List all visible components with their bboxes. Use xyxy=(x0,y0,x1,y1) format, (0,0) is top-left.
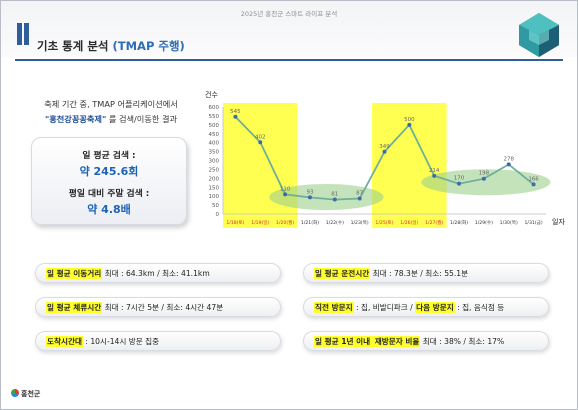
data-label: 166 xyxy=(528,176,539,182)
arrival-time: 도착시간대 : 10시-14시 방문 집중 xyxy=(35,331,281,351)
data-point xyxy=(357,196,362,201)
x-tick-label: 1/26(일) xyxy=(400,219,418,226)
y-tick-label: 50 xyxy=(212,203,219,209)
data-label: 93 xyxy=(306,189,313,195)
y-tick-label: 150 xyxy=(209,185,220,191)
avg-stay-time: 일 평균 체류시간 최대 : 7시간 5분 / 최소: 4시간 47분 xyxy=(35,297,281,317)
data-point xyxy=(457,181,462,186)
avg-drive-time-text: 최대 : 78.3분 / 최소: 55.1분 xyxy=(370,269,469,278)
x-tick-label: 1/22(수) xyxy=(326,220,344,226)
data-label: 278 xyxy=(503,156,514,162)
data-label: 349 xyxy=(379,144,390,150)
data-point xyxy=(506,162,511,167)
data-point xyxy=(258,140,263,145)
data-label: 110 xyxy=(280,186,291,192)
data-point xyxy=(407,122,412,127)
data-point xyxy=(307,195,312,200)
slide: 2025년 홍천군 스마트 라이프 분석 기초 통계 분석 (TMAP 주행) … xyxy=(0,0,578,410)
y-tick-label: 550 xyxy=(209,114,220,120)
x-tick-label: 1/21(화) xyxy=(301,220,319,226)
prev-visit-text: : 집, 비발디파크 / xyxy=(353,303,416,312)
y-tick-label: 350 xyxy=(209,150,220,156)
visit-places: 직전 방문지 : 집, 비발디파크 / 다음 방문지 : 집, 음식점 등 xyxy=(303,297,549,317)
avg-drive-time: 일 평균 운전시간 최대 : 78.3분 / 최소: 55.1분 xyxy=(303,263,549,283)
prev-visit-label: 직전 방문지 xyxy=(314,302,354,313)
avg-move-distance-label: 일 평균 이동거리 xyxy=(46,268,103,279)
y-tick-label: 400 xyxy=(209,141,220,147)
x-tick-label: 1/18(토) xyxy=(226,220,244,226)
data-point xyxy=(332,197,337,202)
y-tick-label: 200 xyxy=(209,176,220,182)
y-tick-label: 500 xyxy=(209,123,220,129)
footer-logo: 홍천군 xyxy=(11,389,40,399)
x-tick-label: 1/19(일) xyxy=(251,219,269,226)
footer-logo-text: 홍천군 xyxy=(21,390,41,398)
x-tick-label: 1/28(화) xyxy=(450,220,468,226)
x-axis-title: 일자 xyxy=(552,217,565,226)
data-point xyxy=(382,149,387,154)
arrival-time-label: 도착시간대 xyxy=(46,336,83,347)
x-tick-label: 1/25(토) xyxy=(375,220,393,226)
data-label: 545 xyxy=(230,109,241,115)
y-tick-label: 0 xyxy=(216,212,220,218)
data-label: 87 xyxy=(356,190,363,196)
data-point xyxy=(432,173,437,178)
data-point xyxy=(233,114,238,119)
data-point xyxy=(283,192,288,197)
x-tick-label: 1/27(월) xyxy=(425,219,443,226)
y-tick-label: 250 xyxy=(209,167,220,173)
y-axis-title: 건수 xyxy=(205,90,218,99)
revisit-ratio-text: 최대 : 38% / 최소: 17% xyxy=(420,337,505,346)
data-point xyxy=(481,176,486,181)
data-label: 198 xyxy=(479,171,490,177)
data-point xyxy=(531,182,536,187)
data-label: 500 xyxy=(404,117,415,123)
y-tick-label: 600 xyxy=(209,105,220,111)
data-label: 170 xyxy=(454,176,465,182)
x-tick-label: 1/29(수) xyxy=(475,220,493,226)
avg-stay-time-label: 일 평균 체류시간 xyxy=(46,302,103,313)
y-tick-label: 450 xyxy=(209,132,220,138)
weekend-highlight-band xyxy=(223,103,298,228)
x-tick-label: 1/31(금) xyxy=(525,220,543,226)
revisit-ratio-label: 재방문자 비율 xyxy=(373,336,421,347)
data-label: 214 xyxy=(429,168,440,174)
avg-move-distance-text: 최대 : 64.3km / 최소: 41.1km xyxy=(102,269,210,278)
y-tick-label: 300 xyxy=(209,159,220,165)
revisit-pre-label: 일 평균 1년 이내 xyxy=(314,336,374,347)
x-tick-label: 1/23(목) xyxy=(351,220,369,226)
avg-drive-time-label: 일 평균 운전시간 xyxy=(314,268,371,279)
county-logo-icon xyxy=(11,389,19,397)
y-tick-label: 100 xyxy=(209,194,220,200)
avg-stay-time-text: 최대 : 7시간 5분 / 최소: 4시간 47분 xyxy=(102,303,224,312)
data-label: 402 xyxy=(255,134,266,140)
next-visit-text: : 집, 음식점 등 xyxy=(454,303,505,312)
x-tick-label: 1/30(목) xyxy=(500,220,518,226)
data-label: 81 xyxy=(331,192,338,198)
x-tick-label: 1/20(월) xyxy=(276,219,294,226)
arrival-time-text: : 10시-14시 방문 집중 xyxy=(82,337,160,346)
revisit-ratio: 일 평균 1년 이내 재방문자 비율 최대 : 38% / 최소: 17% xyxy=(303,331,549,351)
avg-move-distance: 일 평균 이동거리 최대 : 64.3km / 최소: 41.1km xyxy=(35,263,281,283)
next-visit-label: 다음 방문지 xyxy=(415,302,455,313)
